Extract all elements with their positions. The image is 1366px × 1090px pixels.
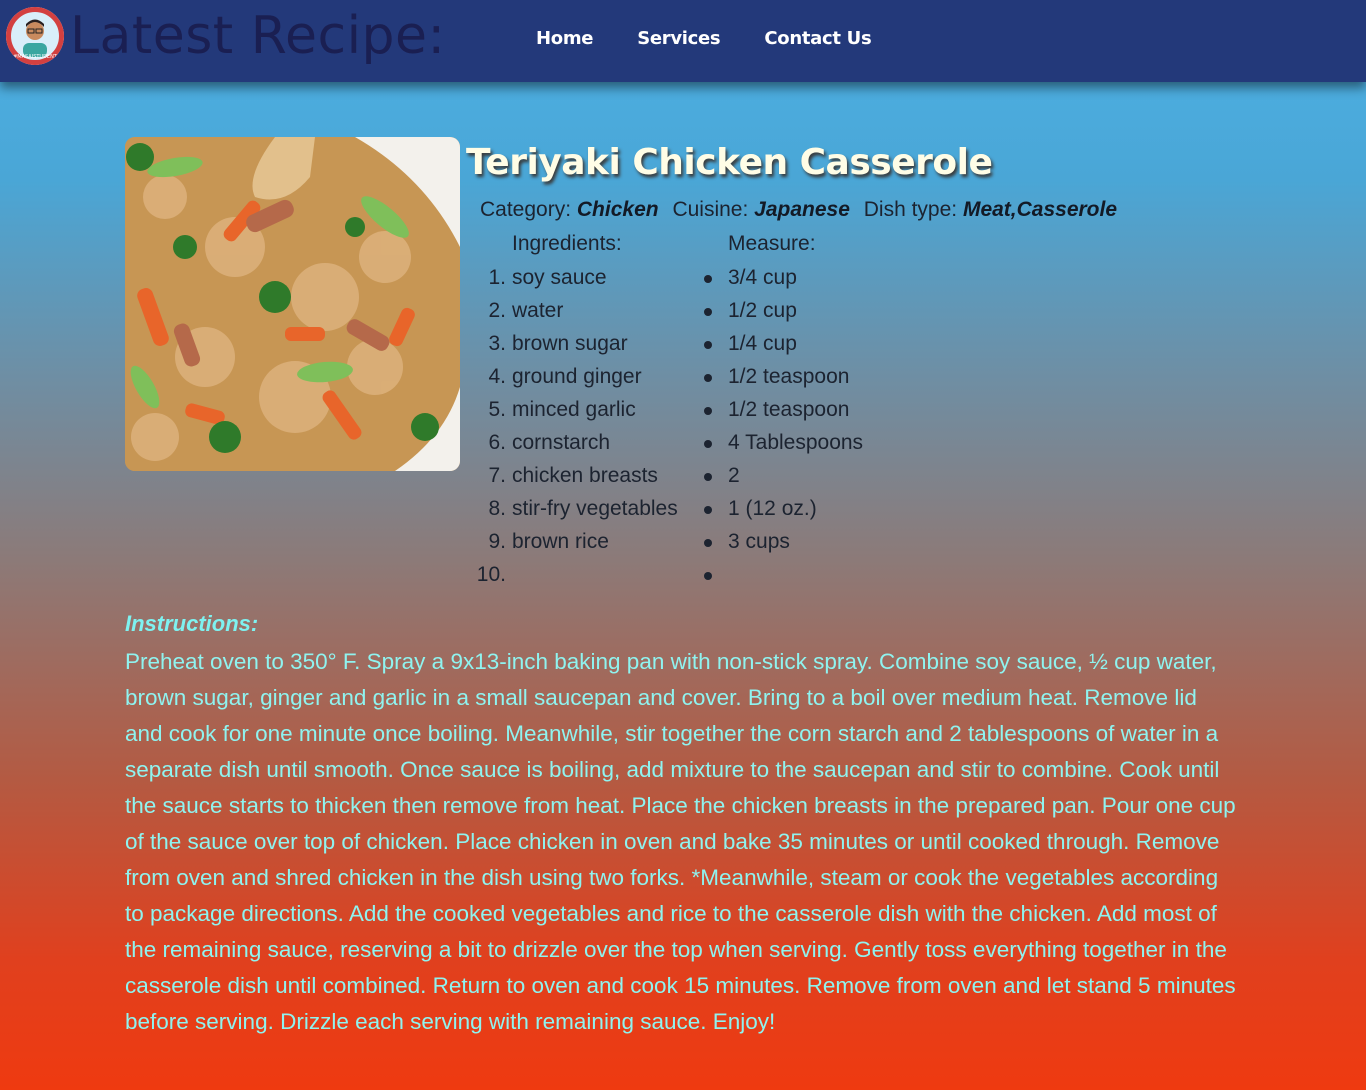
profile-logo-avatar[interactable]: #MASAISTUDENT bbox=[6, 7, 64, 65]
recipe-photo-illustration bbox=[125, 137, 460, 471]
dish-type-value: Meat,Casserole bbox=[962, 198, 1118, 221]
measure-item: 2 bbox=[703, 459, 863, 492]
logo-text: #MASAISTUDENT bbox=[13, 54, 58, 60]
main-nav: Home Services Contact Us bbox=[536, 28, 872, 49]
measure-item: 3 cups bbox=[703, 525, 863, 558]
ingredient-item: chicken breasts bbox=[489, 459, 658, 492]
cuisine-value: Japanese bbox=[754, 198, 850, 221]
measure-item: 1 (12 oz.) bbox=[703, 492, 863, 525]
dish-type-label: Dish type: bbox=[863, 198, 958, 221]
ingredient-item: soy sauce bbox=[489, 261, 607, 294]
site-title: Latest Recipe: bbox=[70, 6, 446, 66]
measure-item: 1/2 teaspoon bbox=[703, 360, 863, 393]
measure-item: 4 Tablespoons bbox=[703, 426, 863, 459]
recipe-photo bbox=[125, 137, 460, 471]
measure-item: 1/2 cup bbox=[703, 294, 863, 327]
measure-header: Measure: bbox=[728, 232, 816, 255]
ingredient-item: water bbox=[489, 294, 564, 327]
top-navbar: #MASAISTUDENT Latest Recipe: Home Servic… bbox=[0, 0, 1366, 82]
ingredients-list: soy sauce water brown sugar ground ginge… bbox=[477, 261, 678, 591]
recipe-title: Teriyaki Chicken Casserole bbox=[466, 142, 993, 183]
nav-home-link[interactable]: Home bbox=[536, 28, 594, 49]
cuisine-label: Cuisine: bbox=[672, 198, 749, 221]
ingredient-item: brown sugar bbox=[489, 327, 628, 360]
measure-item: 3/4 cup bbox=[703, 261, 863, 294]
nav-contact-link[interactable]: Contact Us bbox=[764, 28, 871, 49]
ingredient-item bbox=[477, 558, 678, 591]
ingredient-item: brown rice bbox=[489, 525, 609, 558]
measure-item: 1/2 teaspoon bbox=[703, 393, 863, 426]
measure-item: 1/4 cup bbox=[703, 327, 863, 360]
category-value: Chicken bbox=[576, 198, 659, 221]
ingredient-item: cornstarch bbox=[489, 426, 611, 459]
category-label: Category: bbox=[480, 198, 572, 221]
ingredients-header: Ingredients: bbox=[512, 232, 622, 255]
ingredient-item: ground ginger bbox=[489, 360, 642, 393]
instructions-text: Preheat oven to 350° F. Spray a 9x13-inc… bbox=[125, 649, 1236, 1034]
ingredient-item: stir-fry vegetables bbox=[489, 492, 678, 525]
avatar-image: #MASAISTUDENT bbox=[6, 7, 64, 65]
ingredient-item: minced garlic bbox=[489, 393, 636, 426]
recipe-meta: Category: Chicken Cuisine: Japanese Dish… bbox=[480, 198, 1125, 222]
measure-item bbox=[703, 558, 863, 591]
instructions-heading: Instructions: bbox=[125, 611, 259, 636]
measures-list: 3/4 cup 1/2 cup 1/4 cup 1/2 teaspoon 1/2… bbox=[703, 261, 863, 591]
nav-services-link[interactable]: Services bbox=[637, 28, 720, 49]
